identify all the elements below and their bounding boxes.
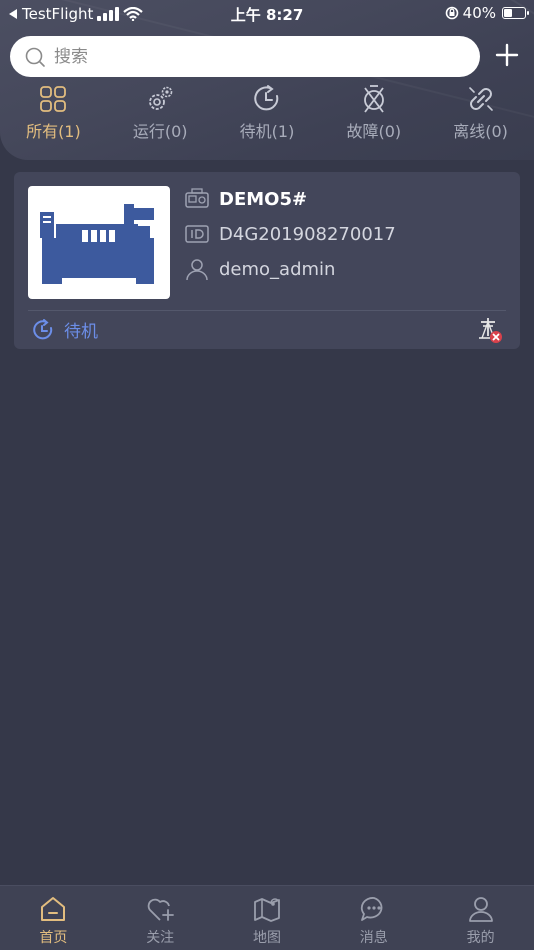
tab-offline[interactable]: 离线(0) <box>427 84 534 148</box>
nav-map[interactable]: 地图 <box>214 886 321 950</box>
battery-icon <box>502 7 529 19</box>
heart-plus-icon <box>147 898 175 921</box>
gears-icon <box>149 86 173 110</box>
nav-follow[interactable]: 关注 <box>107 886 214 950</box>
device-owner: demo_admin <box>219 258 336 280</box>
standby-status-icon <box>33 318 53 339</box>
map-icon <box>254 898 280 922</box>
tab-standby-label: 待机(1) <box>239 122 295 141</box>
tab-standby[interactable]: 待机(1) <box>214 84 321 148</box>
fault-icon <box>363 85 384 113</box>
app-screen: TestFlight 上午 8:27 40% 搜索 所有(1) 运行(0) 待机… <box>0 0 534 950</box>
device-status-label: 待机 <box>64 322 98 342</box>
status-bar: TestFlight 上午 8:27 40% <box>0 0 534 28</box>
grid-icon <box>40 86 67 112</box>
tab-fault[interactable]: 故障(0) <box>320 84 427 148</box>
nav-messages[interactable]: 消息 <box>320 886 427 950</box>
device-id: D4G201908270017 <box>219 223 396 245</box>
battery-percent: 40% <box>462 4 496 22</box>
tab-all-label: 所有(1) <box>26 122 81 141</box>
standby-clock-icon <box>254 85 279 111</box>
grid-disconnected-icon <box>479 318 502 343</box>
tab-running-label: 运行(0) <box>132 122 188 141</box>
device-status: 待机 <box>32 317 98 342</box>
generator-icon <box>40 204 154 284</box>
home-icon <box>41 897 66 921</box>
profile-icon <box>468 897 493 922</box>
generator-outline-icon <box>185 188 209 208</box>
search-bar[interactable] <box>10 36 480 77</box>
nav-messages-label: 消息 <box>359 930 388 946</box>
nav-profile[interactable]: 我的 <box>427 886 534 950</box>
device-card[interactable]: DEMO5# D4G201908270017 demo_admin 待机 <box>14 172 520 349</box>
tab-fault-label: 故障(0) <box>346 122 402 141</box>
broken-link-icon <box>468 87 493 111</box>
user-icon <box>186 259 208 281</box>
tab-offline-label: 离线(0) <box>453 122 508 141</box>
device-name: DEMO5# <box>219 188 308 210</box>
nav-profile-label: 我的 <box>466 930 495 946</box>
device-name-row: DEMO5# <box>184 186 307 212</box>
add-device-button[interactable] <box>492 40 522 70</box>
nav-home[interactable]: 首页 <box>0 886 107 950</box>
nav-follow-label: 关注 <box>146 930 175 946</box>
bottom-navigation: 首页 关注 地图 消息 我的 <box>0 885 534 950</box>
tab-running[interactable]: 运行(0) <box>107 84 214 148</box>
device-owner-row: demo_admin <box>184 256 335 282</box>
device-thumbnail <box>28 186 170 299</box>
id-badge-icon <box>185 225 209 243</box>
status-filter-tabs: 所有(1) 运行(0) 待机(1) 故障(0) 离线(0) <box>0 84 534 148</box>
status-right: 40% <box>445 4 529 22</box>
nav-home-label: 首页 <box>39 930 68 946</box>
tab-all[interactable]: 所有(1) <box>0 84 107 148</box>
search-input[interactable] <box>54 46 454 67</box>
card-divider <box>28 310 506 311</box>
rotation-lock-icon <box>445 6 458 20</box>
message-icon <box>360 897 383 921</box>
nav-map-label: 地图 <box>252 930 281 946</box>
device-id-row: D4G201908270017 <box>184 221 396 247</box>
search-icon <box>25 47 45 67</box>
